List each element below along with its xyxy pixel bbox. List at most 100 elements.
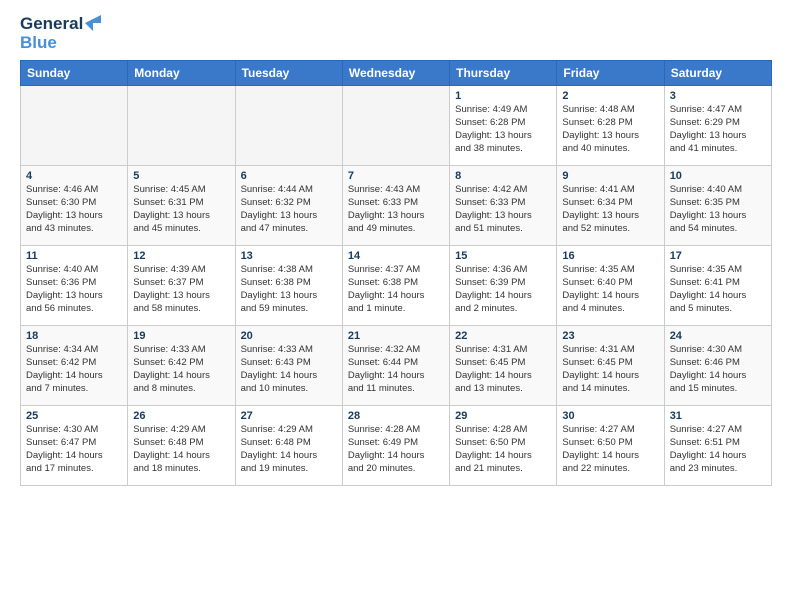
day-info: Sunrise: 4:38 AM Sunset: 6:38 PM Dayligh… bbox=[241, 264, 337, 315]
day-info: Sunrise: 4:32 AM Sunset: 6:44 PM Dayligh… bbox=[348, 344, 444, 395]
day-info: Sunrise: 4:31 AM Sunset: 6:45 PM Dayligh… bbox=[562, 344, 658, 395]
day-info: Sunrise: 4:31 AM Sunset: 6:45 PM Dayligh… bbox=[455, 344, 551, 395]
page-header: General Blue bbox=[20, 15, 772, 52]
day-number: 8 bbox=[455, 170, 551, 182]
calendar-day-cell: 22 Sunrise: 4:31 AM Sunset: 6:45 PM Dayli… bbox=[450, 326, 557, 406]
calendar-day-cell: 9 Sunrise: 4:41 AM Sunset: 6:34 PM Daylig… bbox=[557, 166, 664, 246]
day-of-week-header: Monday bbox=[128, 61, 235, 86]
calendar-day-cell: 3 Sunrise: 4:47 AM Sunset: 6:29 PM Daylig… bbox=[664, 86, 771, 166]
calendar-day-cell: 4 Sunrise: 4:46 AM Sunset: 6:30 PM Daylig… bbox=[21, 166, 128, 246]
day-number: 4 bbox=[26, 170, 122, 182]
day-info: Sunrise: 4:39 AM Sunset: 6:37 PM Dayligh… bbox=[133, 264, 229, 315]
calendar-day-cell: 16Sunrise: 4:35 AM Sunset: 6:40 PM Dayli… bbox=[557, 246, 664, 326]
calendar-header-row: SundayMondayTuesdayWednesdayThursdayFrid… bbox=[21, 61, 772, 86]
day-of-week-header: Sunday bbox=[21, 61, 128, 86]
calendar-day-cell: 1 Sunrise: 4:49 AM Sunset: 6:28 PM Daylig… bbox=[450, 86, 557, 166]
day-info: Sunrise: 4:44 AM Sunset: 6:32 PM Dayligh… bbox=[241, 184, 337, 235]
day-number: 16 bbox=[562, 250, 658, 262]
day-number: 2 bbox=[562, 90, 658, 102]
calendar-day-cell: 26 Sunrise: 4:29 AM Sunset: 6:48 PM Dayli… bbox=[128, 406, 235, 486]
day-number: 26 bbox=[133, 410, 229, 422]
calendar-day-cell: 12 Sunrise: 4:39 AM Sunset: 6:37 PM Dayli… bbox=[128, 246, 235, 326]
day-of-week-header: Thursday bbox=[450, 61, 557, 86]
day-info: Sunrise: 4:42 AM Sunset: 6:33 PM Dayligh… bbox=[455, 184, 551, 235]
day-info: Sunrise: 4:28 AM Sunset: 6:50 PM Dayligh… bbox=[455, 424, 551, 475]
logo: General Blue bbox=[20, 15, 101, 52]
calendar-day-cell: 13 Sunrise: 4:38 AM Sunset: 6:38 PM Dayli… bbox=[235, 246, 342, 326]
day-info: Sunrise: 4:35 AM Sunset: 6:41 PM Dayligh… bbox=[670, 264, 766, 315]
calendar-day-cell: 21 Sunrise: 4:32 AM Sunset: 6:44 PM Dayli… bbox=[342, 326, 449, 406]
day-number: 29 bbox=[455, 410, 551, 422]
day-info: Sunrise: 4:46 AM Sunset: 6:30 PM Dayligh… bbox=[26, 184, 122, 235]
day-number: 12 bbox=[133, 250, 229, 262]
day-number: 23 bbox=[562, 330, 658, 342]
day-info: Sunrise: 4:43 AM Sunset: 6:33 PM Dayligh… bbox=[348, 184, 444, 235]
day-number: 14 bbox=[348, 250, 444, 262]
calendar-day-cell bbox=[342, 86, 449, 166]
calendar-table: SundayMondayTuesdayWednesdayThursdayFrid… bbox=[20, 60, 772, 486]
day-number: 19 bbox=[133, 330, 229, 342]
day-info: Sunrise: 4:33 AM Sunset: 6:43 PM Dayligh… bbox=[241, 344, 337, 395]
calendar-day-cell: 8 Sunrise: 4:42 AM Sunset: 6:33 PM Daylig… bbox=[450, 166, 557, 246]
day-number: 20 bbox=[241, 330, 337, 342]
calendar-week-row: 25 Sunrise: 4:30 AM Sunset: 6:47 PM Dayli… bbox=[21, 406, 772, 486]
day-number: 31 bbox=[670, 410, 766, 422]
day-of-week-header: Tuesday bbox=[235, 61, 342, 86]
day-info: Sunrise: 4:30 AM Sunset: 6:46 PM Dayligh… bbox=[670, 344, 766, 395]
calendar-day-cell: 14Sunrise: 4:37 AM Sunset: 6:38 PM Dayli… bbox=[342, 246, 449, 326]
day-number: 25 bbox=[26, 410, 122, 422]
day-number: 18 bbox=[26, 330, 122, 342]
day-number: 9 bbox=[562, 170, 658, 182]
calendar-day-cell: 6 Sunrise: 4:44 AM Sunset: 6:32 PM Daylig… bbox=[235, 166, 342, 246]
day-info: Sunrise: 4:40 AM Sunset: 6:36 PM Dayligh… bbox=[26, 264, 122, 315]
calendar-day-cell: 5 Sunrise: 4:45 AM Sunset: 6:31 PM Daylig… bbox=[128, 166, 235, 246]
day-number: 11 bbox=[26, 250, 122, 262]
day-info: Sunrise: 4:28 AM Sunset: 6:49 PM Dayligh… bbox=[348, 424, 444, 475]
day-number: 1 bbox=[455, 90, 551, 102]
calendar-page: General Blue SundayMondayTuesdayWednesda… bbox=[0, 0, 792, 612]
day-of-week-header: Wednesday bbox=[342, 61, 449, 86]
calendar-day-cell: 24 Sunrise: 4:30 AM Sunset: 6:46 PM Dayli… bbox=[664, 326, 771, 406]
calendar-day-cell bbox=[235, 86, 342, 166]
calendar-day-cell: 31 Sunrise: 4:27 AM Sunset: 6:51 PM Dayli… bbox=[664, 406, 771, 486]
calendar-day-cell: 28Sunrise: 4:28 AM Sunset: 6:49 PM Dayli… bbox=[342, 406, 449, 486]
calendar-week-row: 18 Sunrise: 4:34 AM Sunset: 6:42 PM Dayli… bbox=[21, 326, 772, 406]
day-info: Sunrise: 4:49 AM Sunset: 6:28 PM Dayligh… bbox=[455, 104, 551, 155]
day-info: Sunrise: 4:45 AM Sunset: 6:31 PM Dayligh… bbox=[133, 184, 229, 235]
day-info: Sunrise: 4:29 AM Sunset: 6:48 PM Dayligh… bbox=[241, 424, 337, 475]
day-number: 5 bbox=[133, 170, 229, 182]
calendar-day-cell: 19Sunrise: 4:33 AM Sunset: 6:42 PM Dayli… bbox=[128, 326, 235, 406]
calendar-day-cell: 11 Sunrise: 4:40 AM Sunset: 6:36 PM Dayli… bbox=[21, 246, 128, 326]
day-info: Sunrise: 4:29 AM Sunset: 6:48 PM Dayligh… bbox=[133, 424, 229, 475]
day-number: 13 bbox=[241, 250, 337, 262]
day-number: 3 bbox=[670, 90, 766, 102]
day-of-week-header: Saturday bbox=[664, 61, 771, 86]
calendar-day-cell: 7Sunrise: 4:43 AM Sunset: 6:33 PM Daylig… bbox=[342, 166, 449, 246]
day-info: Sunrise: 4:41 AM Sunset: 6:34 PM Dayligh… bbox=[562, 184, 658, 235]
calendar-day-cell: 18 Sunrise: 4:34 AM Sunset: 6:42 PM Dayli… bbox=[21, 326, 128, 406]
calendar-week-row: 4 Sunrise: 4:46 AM Sunset: 6:30 PM Daylig… bbox=[21, 166, 772, 246]
calendar-day-cell bbox=[21, 86, 128, 166]
calendar-day-cell: 29 Sunrise: 4:28 AM Sunset: 6:50 PM Dayli… bbox=[450, 406, 557, 486]
day-info: Sunrise: 4:27 AM Sunset: 6:50 PM Dayligh… bbox=[562, 424, 658, 475]
day-of-week-header: Friday bbox=[557, 61, 664, 86]
day-info: Sunrise: 4:47 AM Sunset: 6:29 PM Dayligh… bbox=[670, 104, 766, 155]
day-info: Sunrise: 4:40 AM Sunset: 6:35 PM Dayligh… bbox=[670, 184, 766, 235]
calendar-day-cell: 27Sunrise: 4:29 AM Sunset: 6:48 PM Dayli… bbox=[235, 406, 342, 486]
logo-general: General bbox=[20, 15, 83, 34]
day-info: Sunrise: 4:34 AM Sunset: 6:42 PM Dayligh… bbox=[26, 344, 122, 395]
day-number: 24 bbox=[670, 330, 766, 342]
calendar-day-cell: 23 Sunrise: 4:31 AM Sunset: 6:45 PM Dayli… bbox=[557, 326, 664, 406]
day-number: 15 bbox=[455, 250, 551, 262]
calendar-day-cell: 10 Sunrise: 4:40 AM Sunset: 6:35 PM Dayli… bbox=[664, 166, 771, 246]
day-number: 10 bbox=[670, 170, 766, 182]
day-info: Sunrise: 4:27 AM Sunset: 6:51 PM Dayligh… bbox=[670, 424, 766, 475]
calendar-day-cell: 17Sunrise: 4:35 AM Sunset: 6:41 PM Dayli… bbox=[664, 246, 771, 326]
day-number: 22 bbox=[455, 330, 551, 342]
day-info: Sunrise: 4:36 AM Sunset: 6:39 PM Dayligh… bbox=[455, 264, 551, 315]
calendar-day-cell: 25 Sunrise: 4:30 AM Sunset: 6:47 PM Dayli… bbox=[21, 406, 128, 486]
day-info: Sunrise: 4:30 AM Sunset: 6:47 PM Dayligh… bbox=[26, 424, 122, 475]
day-number: 6 bbox=[241, 170, 337, 182]
calendar-week-row: 11 Sunrise: 4:40 AM Sunset: 6:36 PM Dayli… bbox=[21, 246, 772, 326]
day-number: 21 bbox=[348, 330, 444, 342]
